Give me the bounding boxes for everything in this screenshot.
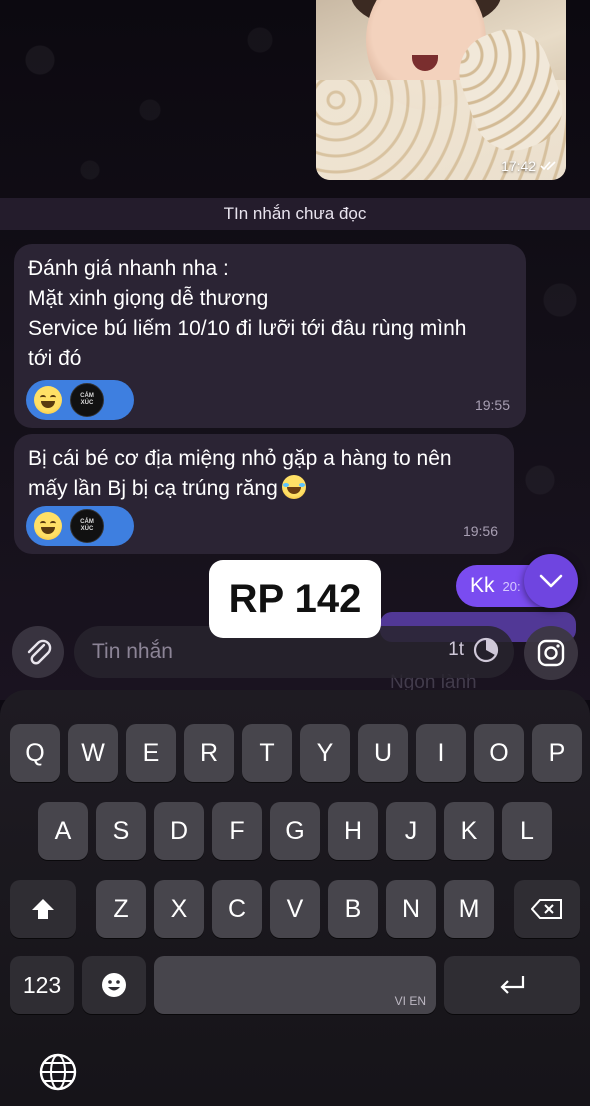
camera-button[interactable] [524, 626, 578, 680]
attach-button[interactable] [12, 626, 64, 678]
reaction-avatar[interactable]: CẢM XÚC [70, 509, 104, 543]
key-s[interactable]: S [96, 802, 146, 860]
globe-button[interactable] [38, 1052, 78, 1097]
message-line: Đánh giá nhanh nha : [28, 257, 229, 280]
key-j[interactable]: J [386, 802, 436, 860]
key-n[interactable]: N [386, 880, 436, 938]
photo-message[interactable]: 17:42 [316, 0, 566, 180]
emoji-key[interactable] [82, 956, 146, 1014]
chevron-down-icon [539, 574, 563, 588]
message-input-placeholder: Tin nhắn [92, 640, 173, 663]
backspace-key[interactable] [514, 880, 580, 938]
incoming-message[interactable]: Bị cái bé cơ địa miệng nhỏ gặp a hàng to… [14, 434, 514, 554]
key-o[interactable]: O [474, 724, 524, 782]
read-checks-icon [540, 161, 556, 171]
message-timestamp: 19:56 [462, 523, 498, 539]
key-t[interactable]: T [242, 724, 292, 782]
key-x[interactable]: X [154, 880, 204, 938]
return-icon [500, 976, 525, 994]
reaction-avatar[interactable]: CẢM XÚC [70, 383, 104, 417]
key-z[interactable]: Z [96, 880, 146, 938]
reaction-avatar-text: CẢM [80, 519, 94, 525]
backspace-icon [531, 899, 562, 919]
key-h[interactable]: H [328, 802, 378, 860]
message-line: Mặt xinh giọng dễ thương [28, 287, 269, 310]
outgoing-timestamp: 20: [502, 578, 521, 594]
key-i[interactable]: I [416, 724, 466, 782]
reaction-avatar-text: CẢM [80, 393, 94, 399]
scroll-down-button[interactable] [524, 554, 578, 608]
globe-icon [39, 1053, 77, 1091]
disappearing-timer[interactable]: 1t [448, 636, 500, 664]
key-c[interactable]: C [212, 880, 262, 938]
grin-emoji-icon [34, 512, 62, 540]
numbers-key[interactable]: 123 [10, 956, 74, 1014]
key-v[interactable]: V [270, 880, 320, 938]
reaction-avatar-text: XÚC [80, 526, 94, 532]
key-u[interactable]: U [358, 724, 408, 782]
key-p[interactable]: P [532, 724, 582, 782]
key-l[interactable]: L [502, 802, 552, 860]
keyboard-language-label: VI EN [394, 994, 426, 1008]
key-a[interactable]: A [38, 802, 88, 860]
shift-key[interactable] [10, 880, 76, 938]
key-g[interactable]: G [270, 802, 320, 860]
timer-label: 1t [448, 639, 464, 660]
paperclip-icon [27, 639, 52, 665]
incoming-message[interactable]: Đánh giá nhanh nha : Mặt xinh giọng dễ t… [14, 244, 526, 428]
message-timestamp: 19:55 [474, 397, 510, 413]
outgoing-text: Kk [470, 574, 495, 597]
reaction-avatar-text: XÚC [80, 400, 94, 406]
key-y[interactable]: Y [300, 724, 350, 782]
key-k[interactable]: K [444, 802, 494, 860]
key-b[interactable]: B [328, 880, 378, 938]
space-key[interactable]: VI EN [154, 956, 436, 1014]
key-q[interactable]: Q [10, 724, 60, 782]
timer-icon [473, 637, 499, 663]
reaction-bar[interactable]: CẢM XÚC [26, 380, 134, 420]
message-line: tới đó [28, 347, 82, 370]
key-f[interactable]: F [212, 802, 262, 860]
message-line: Service bú liếm 10/10 đi lưỡi tới đâu rù… [28, 317, 467, 340]
reaction-bar[interactable]: CẢM XÚC [26, 506, 134, 546]
key-m[interactable]: M [444, 880, 494, 938]
photo-timestamp: 17:42 [501, 158, 558, 174]
return-key[interactable] [444, 956, 580, 1014]
shift-icon [32, 899, 54, 919]
overlay-label: RP 142 [209, 560, 381, 638]
unread-divider-label: TIn nhắn chưa đọc [223, 204, 367, 223]
grin-emoji-icon [34, 386, 62, 414]
laughing-emoji-icon [281, 475, 306, 499]
unread-divider: TIn nhắn chưa đọc [0, 198, 590, 230]
message-line: mấy lần Bj bị cạ trúng răng [28, 474, 500, 504]
key-d[interactable]: D [154, 802, 204, 860]
instagram-icon [537, 639, 565, 667]
message-line: Bị cái bé cơ địa miệng nhỏ gặp a hàng to… [28, 447, 452, 470]
emoji-icon [102, 973, 126, 997]
key-e[interactable]: E [126, 724, 176, 782]
key-r[interactable]: R [184, 724, 234, 782]
key-w[interactable]: W [68, 724, 118, 782]
